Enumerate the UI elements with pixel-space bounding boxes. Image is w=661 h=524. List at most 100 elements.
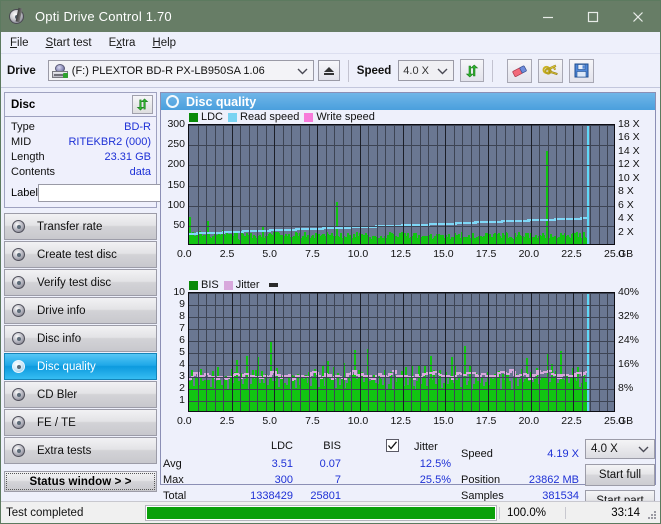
drive-toolbar: Drive (F:) PLEXTOR BD-R PX-LB950SA 1.06 … [1,54,660,88]
status-bar: Test completed 100.0% 33:14 [1,501,660,523]
menu-bar: FFileile Start test Extra Help [1,32,660,54]
ldc-x-tick: 12.5 [391,248,411,260]
bis-chart-legend: BIS Jitter [161,278,655,292]
legend-swatch-bis [189,281,198,290]
bis-x-tick: 15.0 [433,415,453,427]
legend-label-ldc: LDC [201,111,223,123]
yaxis2-tick: 9 [161,298,185,310]
disc-label-key: Label [11,187,38,199]
progress-bar-fill [147,507,495,519]
sidebar-item-label: Extra tests [37,445,91,457]
yaxis1-tick: 300 [161,118,185,130]
disc-info-box: Disc Type BD-R MID RITEKBR2 (000) Length… [4,92,157,208]
keys-button[interactable] [538,59,563,83]
stats-speed-select[interactable]: 4.0 X [585,439,655,459]
drive-icon [52,64,68,78]
sidebar-item-label: Disc quality [37,361,96,373]
sidebar-item-transfer-rate[interactable]: Transfer rate [4,213,157,240]
ldc-x-tick: 15.0 [433,248,453,260]
bis-x-tick: 10.0 [348,415,368,427]
yaxis2-tick: 8 [161,310,185,322]
ldc-x-tick: 17.5 [476,248,496,260]
ldc-x-tick: 0.0 [177,248,192,260]
sidebar-item-fe-te[interactable]: FE / TE [4,409,157,436]
yaxis2-tick: 7 [161,322,185,334]
menu-help[interactable]: Help [152,37,176,49]
y2axis1-tick: 2 X [618,226,634,238]
stats-max-bis: 7 [301,474,341,486]
stats-col-jitter: Jitter [414,441,438,453]
status-window-button[interactable]: Status window > > [4,471,157,492]
right-panel: Disc quality LDC Read speed Write speed … [160,88,660,488]
sidebar-nav: Transfer rate Create test disc Verify te… [4,213,157,464]
maximize-icon[interactable] [570,1,615,32]
minimize-icon[interactable] [525,1,570,32]
window-controls [525,1,660,32]
eject-button[interactable] [318,60,340,81]
y2axis2-tick: 24% [618,334,639,346]
yaxis2-tick: 6 [161,334,185,346]
menu-file[interactable]: FFileile [10,37,29,49]
jitter-checkbox[interactable] [386,439,399,454]
disc-icon [12,416,30,429]
y2axis1-tick: 14 X [618,145,640,157]
close-icon[interactable] [615,1,660,32]
sidebar-item-cd-bler[interactable]: CD Bler [4,381,157,408]
disc-row-length-value: 23.31 GB [105,150,151,165]
y2axis2-tick: 40% [618,286,639,298]
sidebar-item-extra-tests[interactable]: Extra tests [4,437,157,464]
sidebar-item-drive-info[interactable]: Drive info [4,297,157,324]
disc-refresh-button[interactable] [132,95,153,114]
erase-button[interactable] [507,59,532,83]
window-title: Opti Drive Control 1.70 [35,9,172,24]
toolbar-refresh-button[interactable] [460,59,484,82]
sidebar-item-create-test-disc[interactable]: Create test disc [4,241,157,268]
sidebar-item-disc-quality[interactable]: Disc quality [4,353,157,380]
disc-quality-icon [166,95,179,108]
sidebar-item-label: FE / TE [37,417,76,429]
stats-col-ldc: LDC [247,440,293,452]
bis-plot-area [188,292,615,412]
disc-icon [12,248,30,261]
yaxis2-tick: 10 [161,286,185,298]
bis-x-tick: 5.0 [262,415,277,427]
title-bar: Opti Drive Control 1.70 [1,1,660,32]
ldc-x-tick: 5.0 [262,248,277,260]
bis-x-tick: 0.0 [177,415,192,427]
status-text: Test completed [1,507,143,519]
legend-swatch-ldc [189,113,198,122]
stats-row-avg-label: Avg [163,458,182,470]
y2axis1-tick: 10 X [618,172,640,184]
disc-icon [12,388,30,401]
ldc-x-tick: 2.5 [220,248,235,260]
bis-x-tick: 12.5 [391,415,411,427]
save-button[interactable] [569,59,594,83]
stats-position-value: 23862 MB [513,474,579,486]
ldc-x-tick: 10.0 [348,248,368,260]
toolbar-divider-2 [492,60,493,82]
disc-info-title: Disc [11,99,35,111]
resize-grip-icon[interactable] [647,510,657,520]
disc-icon [12,444,30,457]
sidebar-item-label: Drive info [37,305,86,317]
legend-label-write-speed: Write speed [316,111,375,123]
start-full-button[interactable]: Start full [585,464,655,486]
legend-label-read-speed: Read speed [240,111,299,123]
disc-row-contents-value: data [130,165,151,180]
sidebar-item-verify-test-disc[interactable]: Verify test disc [4,269,157,296]
ldc-x-tick: 22.5 [561,248,581,260]
refresh-icon [136,98,149,111]
legend-label-bis: BIS [201,279,219,291]
drive-select[interactable]: (F:) PLEXTOR BD-R PX-LB950SA 1.06 [48,60,314,81]
drive-select-value: (F:) PLEXTOR BD-R PX-LB950SA 1.06 [72,65,265,77]
left-sidebar: Disc Type BD-R MID RITEKBR2 (000) Length… [1,88,160,488]
stats-col-bis: BIS [301,440,341,452]
stats-position-label: Position [461,474,500,486]
speed-select[interactable]: 4.0 X [398,60,454,81]
menu-extra[interactable]: Extra [109,37,136,49]
legend-swatch-jitter [224,281,233,290]
sidebar-item-label: CD Bler [37,389,77,401]
progress-bar [145,505,497,521]
menu-start-test[interactable]: Start test [46,37,92,49]
sidebar-item-disc-info[interactable]: Disc info [4,325,157,352]
